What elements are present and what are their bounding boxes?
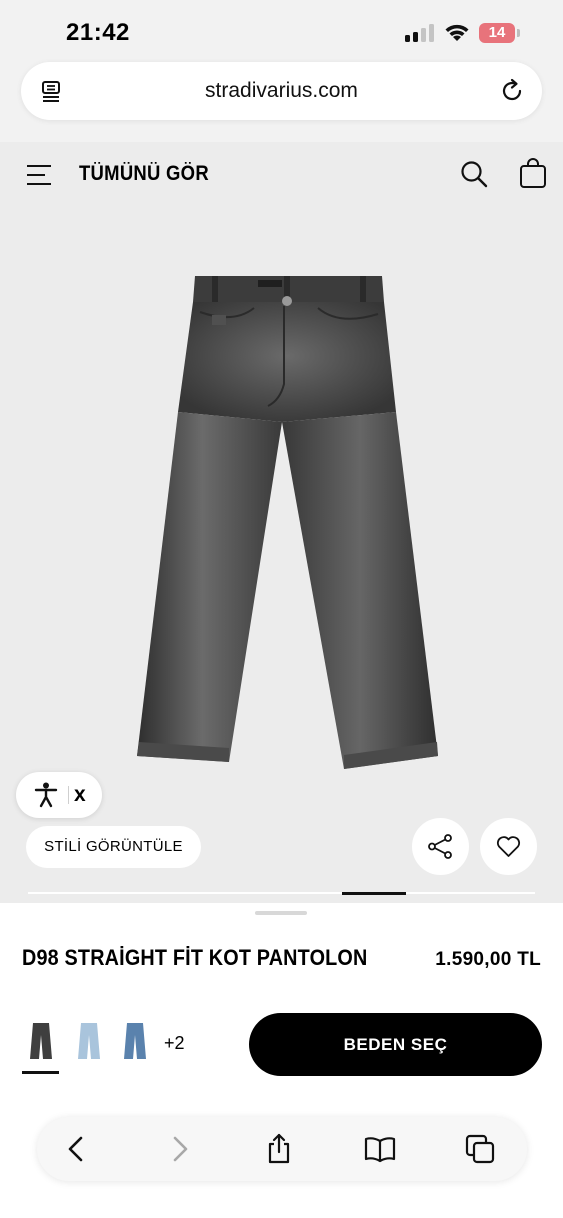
product-name: D98 STRAİGHT FİT KOT PANTOLON bbox=[22, 945, 368, 970]
select-size-button[interactable]: BEDEN SEÇ bbox=[249, 1013, 542, 1076]
back-icon[interactable] bbox=[61, 1133, 93, 1165]
share-button[interactable] bbox=[412, 818, 469, 875]
share-icon[interactable] bbox=[263, 1133, 295, 1165]
page-title[interactable]: TÜMÜNÜ GÖR bbox=[79, 162, 209, 186]
color-swatch-mid-blue[interactable] bbox=[120, 1021, 150, 1061]
search-icon[interactable] bbox=[460, 160, 488, 188]
selected-swatch-indicator bbox=[22, 1071, 59, 1074]
share-icon bbox=[428, 834, 452, 859]
browser-toolbar-area bbox=[0, 1103, 563, 1218]
menu-icon[interactable] bbox=[26, 163, 52, 187]
battery-icon: 14 bbox=[479, 23, 515, 43]
sheet-grabber[interactable] bbox=[255, 911, 307, 915]
site-header: TÜMÜNÜ GÖR bbox=[0, 142, 563, 208]
divider bbox=[68, 786, 69, 804]
accessibility-icon[interactable] bbox=[34, 782, 58, 808]
gallery-progress-indicator bbox=[342, 892, 406, 895]
color-swatch-dark-grey[interactable] bbox=[26, 1021, 56, 1061]
shopping-bag-icon[interactable] bbox=[519, 158, 547, 189]
product-price: 1.590,00 TL bbox=[435, 949, 541, 970]
browser-address-area: stradivarius.com bbox=[0, 62, 563, 142]
reload-icon[interactable] bbox=[499, 78, 525, 104]
url-text[interactable]: stradivarius.com bbox=[21, 62, 542, 120]
favorite-button[interactable] bbox=[480, 818, 537, 875]
forward-icon[interactable] bbox=[163, 1133, 195, 1165]
color-swatch-light-blue[interactable] bbox=[74, 1021, 104, 1061]
browser-toolbar bbox=[37, 1117, 527, 1181]
battery-level: 14 bbox=[488, 24, 506, 41]
address-bar[interactable]: stradivarius.com bbox=[21, 62, 542, 120]
bookmarks-icon[interactable] bbox=[364, 1133, 396, 1165]
product-info-sheet: D98 STRAİGHT FİT KOT PANTOLON 1.590,00 T… bbox=[0, 903, 563, 1103]
heart-icon bbox=[496, 836, 521, 857]
status-time: 21:42 bbox=[66, 19, 130, 46]
product-gallery[interactable]: x STİLİ GÖRÜNTÜLE bbox=[0, 208, 563, 903]
more-colors-link[interactable]: +2 bbox=[164, 1033, 185, 1054]
cellular-signal-icon bbox=[405, 24, 437, 42]
status-bar: 21:42 14 bbox=[0, 0, 563, 62]
gallery-progress-track bbox=[28, 892, 535, 895]
view-style-button[interactable]: STİLİ GÖRÜNTÜLE bbox=[26, 826, 201, 868]
home-indicator-area bbox=[0, 1212, 563, 1218]
product-image[interactable] bbox=[134, 272, 440, 780]
tabs-icon[interactable] bbox=[464, 1133, 496, 1165]
close-accessibility-button[interactable]: x bbox=[74, 783, 86, 807]
battery-tip bbox=[517, 29, 520, 37]
accessibility-widget[interactable]: x bbox=[16, 772, 102, 818]
wifi-icon bbox=[445, 24, 469, 41]
